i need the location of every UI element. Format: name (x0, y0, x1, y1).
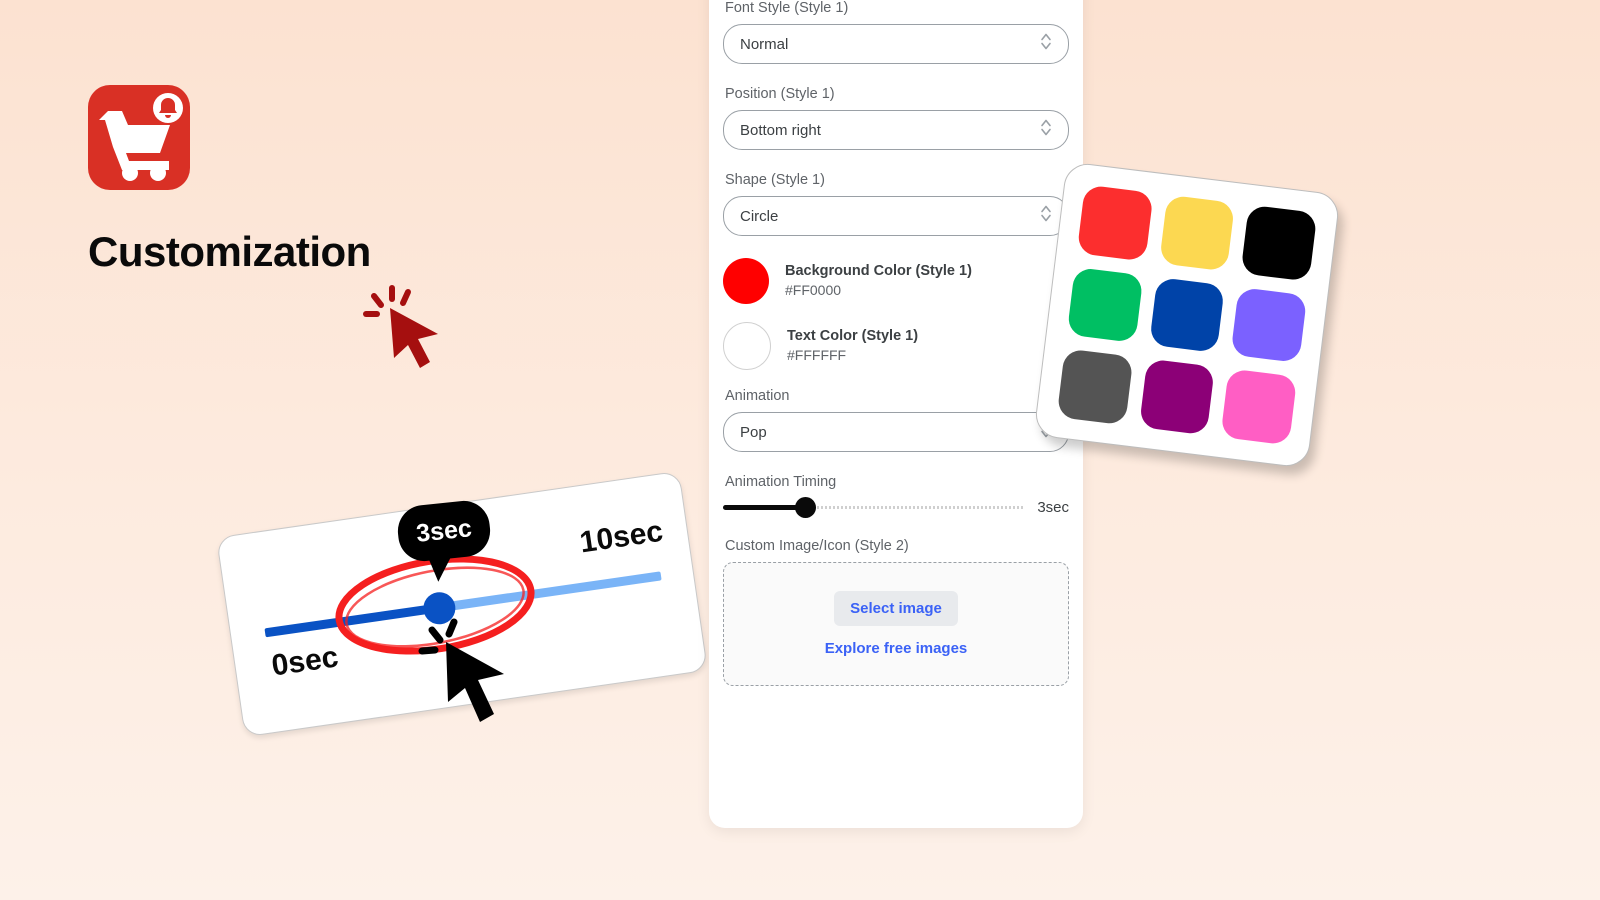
explore-free-images-link[interactable]: Explore free images (825, 640, 968, 657)
shopping-cart-notification-icon (88, 85, 190, 190)
timeline-min-label: 0sec (269, 640, 341, 683)
slider-filled-track (723, 505, 805, 510)
animation-timing-value: 3sec (1037, 498, 1069, 516)
font-style-value: Normal (740, 35, 789, 53)
click-cursor-black-icon (418, 618, 518, 728)
text-color-label: Text Color (Style 1) (787, 327, 919, 344)
settings-panel: Font Style (Style 1) Normal Position (St… (709, 0, 1083, 828)
font-style-label: Font Style (Style 1) (725, 0, 849, 16)
custom-image-dropzone[interactable]: Select image Explore free images (723, 562, 1069, 686)
slider-remaining-track (804, 506, 1026, 509)
text-color-hex: #FFFFFF (787, 347, 847, 364)
font-style-select[interactable]: Normal (723, 24, 1069, 64)
custom-image-label: Custom Image/Icon (Style 2) (725, 538, 909, 554)
chevron-updown-icon (1040, 32, 1052, 57)
background-color-label: Background Color (Style 1) (785, 262, 972, 279)
text-color-row[interactable]: Text Color (Style 1) #FFFFFF (723, 322, 1069, 370)
background-color-row[interactable]: Background Color (Style 1) #FF0000 (723, 258, 1069, 304)
palette-swatch-purple[interactable] (1230, 286, 1308, 364)
palette-swatch-red[interactable] (1076, 184, 1154, 262)
animation-timing-slider[interactable] (723, 497, 1026, 518)
position-label: Position (Style 1) (725, 86, 835, 102)
background-color-hex: #FF0000 (785, 282, 842, 299)
shape-select[interactable]: Circle (723, 196, 1069, 236)
animation-timing-row: 3sec (723, 497, 1069, 518)
select-image-button[interactable]: Select image (834, 591, 958, 626)
color-palette-popup[interactable] (1033, 161, 1341, 469)
animation-select[interactable]: Pop (723, 412, 1069, 452)
timeline-track-filled (264, 603, 440, 638)
shape-value: Circle (740, 207, 779, 225)
animation-timing-label: Animation Timing (725, 474, 837, 490)
palette-swatch-blue[interactable] (1148, 276, 1226, 354)
background-color-swatch[interactable] (723, 258, 769, 304)
palette-swatch-magenta[interactable] (1138, 358, 1216, 436)
click-cursor-red-icon (358, 282, 450, 374)
timeline-max-label: 10sec (577, 514, 666, 560)
animation-label: Animation (725, 388, 790, 404)
tooltip-tail (425, 553, 453, 583)
promo-canvas: Customization 0sec 10sec 3sec Font Style… (0, 0, 1600, 900)
timeline-tooltip-bubble: 3sec (395, 498, 493, 583)
chevron-updown-icon (1040, 118, 1052, 143)
palette-swatch-gray[interactable] (1056, 348, 1134, 426)
shape-label: Shape (Style 1) (725, 172, 825, 188)
animation-value: Pop (740, 423, 767, 441)
palette-swatch-pink[interactable] (1220, 368, 1298, 446)
text-color-swatch[interactable] (723, 322, 771, 370)
palette-swatch-green[interactable] (1066, 266, 1144, 344)
position-select[interactable]: Bottom right (723, 110, 1069, 150)
timeline-track-remaining (438, 571, 662, 613)
position-value: Bottom right (740, 121, 821, 139)
chevron-updown-icon (1040, 204, 1052, 229)
page-title: Customization (88, 228, 371, 275)
palette-swatch-yellow[interactable] (1158, 194, 1236, 272)
palette-swatch-black[interactable] (1240, 204, 1318, 282)
slider-thumb[interactable] (794, 497, 816, 518)
